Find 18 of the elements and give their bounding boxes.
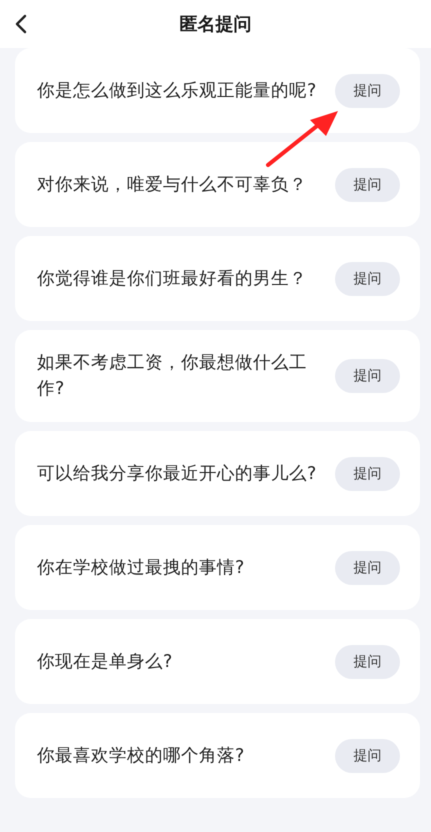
ask-button[interactable]: 提问 xyxy=(335,738,400,772)
page-title: 匿名提问 xyxy=(180,13,252,36)
question-text: 你现在是单身么? xyxy=(37,650,174,674)
question-text: 你最喜欢学校的哪个角落? xyxy=(37,744,246,768)
ask-button[interactable]: 提问 xyxy=(335,262,400,296)
ask-button[interactable]: 提问 xyxy=(335,359,400,393)
ask-button[interactable]: 提问 xyxy=(335,168,400,202)
ask-button[interactable]: 提问 xyxy=(335,644,400,678)
ask-button[interactable]: 提问 xyxy=(335,550,400,584)
back-icon[interactable] xyxy=(14,14,28,34)
question-text: 对你来说，唯爱与什么不可辜负？ xyxy=(37,174,308,196)
question-text: 你是怎么做到这么乐观正能量的呢? xyxy=(37,80,318,102)
question-text: 如果不考虑工资，你最想做什么工作? xyxy=(37,352,308,401)
question-text: 你觉得谁是你们班最好看的男生？ xyxy=(37,268,308,290)
question-text: 你在学校做过最拽的事情? xyxy=(37,556,246,580)
question-text: 可以给我分享你最近开心的事儿么? xyxy=(37,462,318,486)
ask-button[interactable]: 提问 xyxy=(335,456,400,490)
ask-button[interactable]: 提问 xyxy=(335,74,400,108)
